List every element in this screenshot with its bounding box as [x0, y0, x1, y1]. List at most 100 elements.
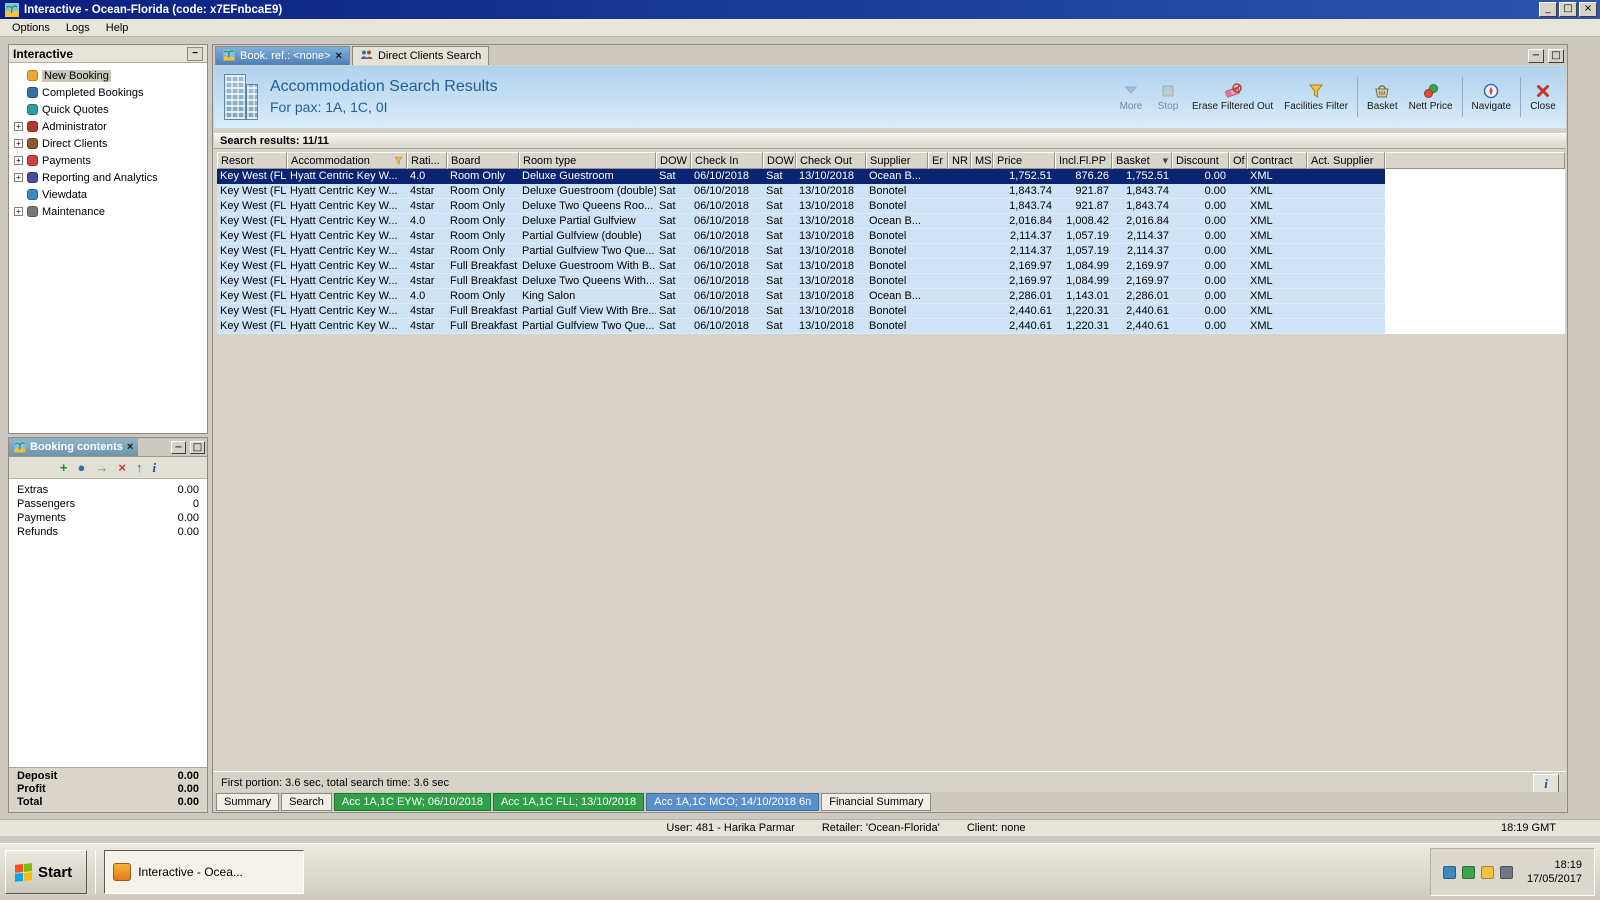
- result-row[interactable]: Key West (FL)Hyatt Centric Key W...4star…: [217, 199, 1565, 214]
- column-header-incl-fl-pp[interactable]: Incl.Fl.PP: [1055, 152, 1112, 169]
- filter-funnel-icon[interactable]: [394, 156, 403, 165]
- globe-icon[interactable]: ●: [78, 461, 86, 474]
- table-cell: Partial Gulfview Two Que...: [519, 244, 656, 259]
- column-header-rati[interactable]: Rati...: [407, 152, 447, 169]
- column-header-price[interactable]: Price: [993, 152, 1055, 169]
- table-cell: Deluxe Two Queens With...: [519, 274, 656, 289]
- result-row[interactable]: Key West (FL)Hyatt Centric Key W...4star…: [217, 259, 1565, 274]
- panel-collapse-button[interactable]: −: [187, 47, 203, 61]
- sidebar-item-viewdata[interactable]: Viewdata: [9, 186, 207, 203]
- expander-plus-icon[interactable]: +: [14, 156, 23, 165]
- booking-contents-tab[interactable]: Booking contents ×: [9, 438, 138, 456]
- bottom-tab-financial-summary[interactable]: Financial Summary: [821, 793, 931, 811]
- column-header-resort[interactable]: Resort: [217, 152, 287, 169]
- table-cell: Sat: [656, 304, 691, 319]
- column-header-ms[interactable]: MS: [971, 152, 993, 169]
- column-header-check-in[interactable]: Check In: [691, 152, 763, 169]
- sidebar-item-completed-bookings[interactable]: Completed Bookings: [9, 84, 207, 101]
- bottom-tab-search[interactable]: Search: [281, 793, 332, 811]
- table-cell: Sat: [763, 244, 796, 259]
- table-cell: [971, 184, 993, 199]
- basket-button[interactable]: Basket: [1365, 81, 1400, 114]
- expander-plus-icon[interactable]: +: [14, 173, 23, 182]
- transfer-icon[interactable]: →: [95, 461, 108, 474]
- expander-plus-icon[interactable]: +: [14, 207, 23, 216]
- column-header-act-supplier[interactable]: Act. Supplier: [1307, 152, 1385, 169]
- window-minimize-button[interactable]: _: [1539, 2, 1557, 17]
- display-icon[interactable]: [1481, 866, 1494, 879]
- result-row[interactable]: Key West (FL)Hyatt Centric Key W...4star…: [217, 184, 1565, 199]
- table-cell: 4.0: [407, 214, 447, 229]
- expander-plus-icon[interactable]: +: [14, 139, 23, 148]
- sidebar-item-payments[interactable]: +Payments: [9, 152, 207, 169]
- info-icon[interactable]: i: [152, 461, 156, 474]
- column-header-supplier[interactable]: Supplier: [866, 152, 928, 169]
- erase-filtered-out-button[interactable]: Erase Filtered Out: [1190, 81, 1275, 114]
- menu-help[interactable]: Help: [98, 21, 137, 35]
- result-row[interactable]: Key West (FL)Hyatt Centric Key W...4star…: [217, 274, 1565, 289]
- booking-contents-minimize-button[interactable]: −: [171, 441, 186, 454]
- mdi-restore-button[interactable]: □: [1548, 49, 1564, 63]
- table-cell: 2,440.61: [993, 304, 1055, 319]
- tab-close-icon[interactable]: ×: [336, 50, 342, 62]
- column-header-check-out[interactable]: Check Out: [796, 152, 866, 169]
- sidebar-item-reporting-and-analytics[interactable]: +Reporting and Analytics: [9, 169, 207, 186]
- volume-icon[interactable]: [1500, 866, 1513, 879]
- column-header-discount[interactable]: Discount: [1172, 152, 1229, 169]
- navigate-button[interactable]: Navigate: [1470, 81, 1513, 114]
- bottom-tab-acc-1a-1c-mco-14-10-2018-6n[interactable]: Acc 1A,1C MCO; 14/10/2018 6n: [646, 793, 819, 811]
- booking-row-value: 0.00: [178, 526, 199, 538]
- clients-icon: [360, 49, 373, 64]
- column-header-nr[interactable]: NR: [948, 152, 971, 169]
- stop-button[interactable]: Stop: [1153, 81, 1183, 114]
- result-row[interactable]: Key West (FL)Hyatt Centric Key W...4star…: [217, 304, 1565, 319]
- booking-contents-close-icon[interactable]: ×: [127, 441, 133, 453]
- sidebar-item-maintenance[interactable]: +Maintenance: [9, 203, 207, 220]
- doc-tab-direct-clients-search[interactable]: Direct Clients Search: [352, 46, 489, 65]
- result-row[interactable]: Key West (FL)Hyatt Centric Key W...4.0Ro…: [217, 289, 1565, 304]
- sidebar-item-direct-clients[interactable]: +Direct Clients: [9, 135, 207, 152]
- add-icon[interactable]: +: [60, 461, 68, 474]
- column-header-er[interactable]: Er: [928, 152, 948, 169]
- close-button[interactable]: Close: [1528, 81, 1558, 114]
- menu-options[interactable]: Options: [4, 21, 58, 35]
- nett-price-button[interactable]: Nett Price: [1407, 81, 1455, 114]
- booking-contents-maximize-button[interactable]: □: [190, 441, 205, 454]
- bottom-tab-summary[interactable]: Summary: [216, 793, 279, 811]
- sidebar-item-administrator[interactable]: +Administrator: [9, 118, 207, 135]
- doc-tab-book-ref-none[interactable]: Book. ref.: <none>×: [215, 46, 350, 65]
- antivirus-icon[interactable]: [1462, 866, 1475, 879]
- window-close-button[interactable]: ×: [1579, 2, 1597, 17]
- result-row[interactable]: Key West (FL)Hyatt Centric Key W...4star…: [217, 229, 1565, 244]
- column-header-contract[interactable]: Contract: [1247, 152, 1307, 169]
- mdi-minimize-button[interactable]: −: [1528, 49, 1544, 63]
- network-icon[interactable]: [1443, 866, 1456, 879]
- result-row[interactable]: Key West (FL)Hyatt Centric Key W...4.0Ro…: [217, 169, 1565, 184]
- column-header-accommodation[interactable]: Accommodation: [287, 152, 407, 169]
- result-row[interactable]: Key West (FL)Hyatt Centric Key W...4.0Ro…: [217, 214, 1565, 229]
- table-cell: Sat: [763, 184, 796, 199]
- column-header-board[interactable]: Board: [447, 152, 519, 169]
- delete-icon[interactable]: ×: [118, 461, 126, 474]
- bottom-tab-acc-1a-1c-eyw-06-10-2018[interactable]: Acc 1A,1C EYW; 06/10/2018: [334, 793, 491, 811]
- column-header-dow[interactable]: DOW: [763, 152, 796, 169]
- expander-plus-icon[interactable]: +: [14, 122, 23, 131]
- move-up-icon[interactable]: ↑: [136, 461, 143, 474]
- taskbar-task-button[interactable]: Interactive - Ocea...: [104, 850, 304, 894]
- result-row[interactable]: Key West (FL)Hyatt Centric Key W...4star…: [217, 244, 1565, 259]
- column-header-basket[interactable]: Basket▼: [1112, 152, 1172, 169]
- column-header-room-type[interactable]: Room type: [519, 152, 656, 169]
- more-button[interactable]: More: [1116, 81, 1146, 114]
- result-row[interactable]: Key West (FL)Hyatt Centric Key W...4star…: [217, 319, 1565, 334]
- window-restore-button[interactable]: □: [1559, 2, 1577, 17]
- start-button[interactable]: Start: [5, 850, 87, 894]
- column-header-dow[interactable]: DOW: [656, 152, 691, 169]
- menu-logs[interactable]: Logs: [58, 21, 98, 35]
- facilities-filter-button[interactable]: Facilities Filter: [1282, 81, 1350, 114]
- bottom-tab-acc-1a-1c-fll-13-10-2018[interactable]: Acc 1A,1C FLL; 13/10/2018: [493, 793, 644, 811]
- sidebar-item-quick-quotes[interactable]: Quick Quotes: [9, 101, 207, 118]
- column-header-of[interactable]: Of: [1229, 152, 1247, 169]
- table-cell: 2,169.97: [993, 259, 1055, 274]
- sidebar-item-new-booking[interactable]: New Booking: [9, 67, 207, 84]
- info-button[interactable]: i: [1533, 774, 1559, 793]
